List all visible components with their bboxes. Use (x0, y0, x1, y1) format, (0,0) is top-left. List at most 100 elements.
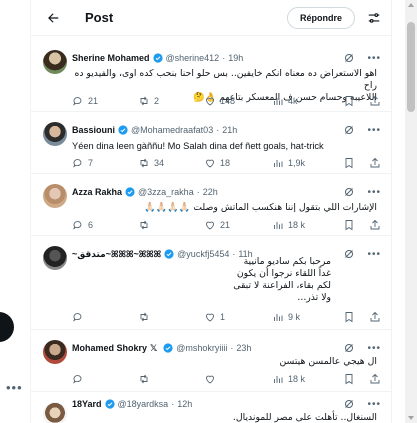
heart-icon (206, 159, 214, 168)
grok-icon[interactable] (343, 124, 355, 136)
views-action[interactable]: 4k (272, 95, 338, 107)
share-icon[interactable] (369, 219, 381, 231)
share-icon[interactable] (369, 95, 381, 107)
views-action[interactable]: 18 k (272, 219, 338, 231)
timestamp[interactable]: 12h (177, 399, 192, 409)
reply-action[interactable] (72, 373, 138, 385)
bookmark-icon[interactable] (343, 219, 355, 231)
avatar[interactable] (43, 50, 67, 74)
author-name[interactable]: 18Yard (72, 399, 102, 409)
x-badge-icon: 𝕏 (150, 342, 158, 353)
avatar[interactable] (43, 340, 67, 364)
verified-badge-icon (104, 399, 115, 409)
author-name[interactable]: Sherine Mohamed (72, 53, 150, 63)
avatar[interactable] (43, 122, 67, 146)
repost-action[interactable] (138, 373, 204, 385)
scrollbar-thumb[interactable] (407, 22, 415, 112)
more-options-icon[interactable]: ••• (367, 125, 381, 136)
grok-icon[interactable] (343, 342, 355, 354)
repost-action[interactable]: 34 (138, 157, 204, 169)
reply-tweet[interactable]: 18Yard @18yardksa · 12h ••• السنغال.. تأ… (31, 392, 391, 423)
author-handle[interactable]: @Mohamedraafat03 (131, 125, 213, 135)
bookmark-icon[interactable] (343, 95, 355, 107)
author-handle[interactable]: @18yardksa (118, 399, 169, 409)
views-icon (274, 160, 283, 167)
reply-action[interactable] (72, 311, 138, 323)
tweet-text-line: لكم بقاء، الفراعنة لا تبقى (233, 280, 331, 291)
like-count: 21 (220, 220, 231, 230)
bookmark-icon[interactable] (343, 373, 355, 385)
author-name[interactable]: Mohamed Shokry (72, 343, 147, 353)
share-icon[interactable] (369, 311, 381, 323)
author-handle[interactable]: @3zza_rakha (138, 187, 194, 197)
scroll-down-arrow-icon[interactable] (408, 416, 414, 420)
more-options-icon[interactable]: ••• (367, 53, 381, 64)
bookmark-icon[interactable] (343, 157, 355, 169)
avatar[interactable] (43, 402, 67, 423)
avatar[interactable] (43, 184, 67, 208)
like-action[interactable]: 1 (204, 311, 272, 323)
reply-count: 6 (88, 220, 94, 230)
share-icon[interactable] (369, 157, 381, 169)
tweet-actions: 18 k (72, 372, 381, 386)
repost-action[interactable] (138, 219, 204, 231)
tweet-actions: 21 2 148 4k (72, 94, 381, 108)
sort-settings-icon[interactable] (365, 9, 383, 27)
grok-icon[interactable] (343, 248, 355, 260)
views-action[interactable]: 9 k (272, 311, 338, 323)
author-handle[interactable]: @mshokryiiii (176, 343, 227, 353)
more-menu-icon[interactable]: ••• (6, 380, 23, 395)
grok-icon[interactable] (343, 398, 355, 410)
like-action[interactable]: 18 (204, 157, 272, 169)
share-icon[interactable] (369, 373, 381, 385)
bookmark-icon[interactable] (343, 311, 355, 323)
like-count: 1 (220, 312, 226, 322)
like-action[interactable]: 148 (204, 95, 272, 107)
tweet-actions: 7 34 18 1,9k (72, 156, 381, 170)
more-options-icon[interactable]: ••• (367, 187, 381, 198)
reply-tweet[interactable]: Mohamed Shokry 𝕏 @mshokryiiii · 23h ••• … (31, 330, 391, 392)
scroll-up-arrow-icon[interactable] (408, 3, 414, 7)
scrollbar[interactable] (405, 0, 417, 423)
view-count: 9 k (288, 312, 301, 322)
grok-icon[interactable] (343, 186, 355, 198)
reply-action[interactable]: 7 (72, 157, 138, 169)
grok-icon[interactable] (343, 52, 355, 64)
reply-tweet[interactable]: ~متدقق~ꕤꕤꕤ~ꕤꕤꕤ @yuckfj5454 · 11h ••• مرح… (31, 236, 391, 330)
reply-action[interactable]: 6 (72, 219, 138, 231)
views-icon (274, 98, 283, 105)
author-name[interactable]: Bassiouni (72, 125, 115, 135)
views-action[interactable]: 1,9k (272, 157, 338, 169)
timestamp[interactable]: 21h (222, 125, 237, 135)
like-action[interactable] (204, 373, 272, 385)
more-options-icon[interactable]: ••• (367, 343, 381, 354)
reply-button[interactable]: Répondre (286, 6, 355, 29)
views-action[interactable]: 18 k (272, 373, 338, 385)
tweet-text-line: السنغال.. تأهلت على مصر للمونديال. (232, 412, 377, 423)
avatar[interactable] (43, 246, 67, 270)
author-handle[interactable]: @sherine412 (166, 53, 220, 63)
author-name[interactable]: Azza Rakha (72, 187, 122, 197)
heart-icon (206, 97, 214, 106)
reply-tweet[interactable]: Azza Rakha @3zza_rakha · 22h ••• الإشارا… (31, 174, 391, 236)
more-options-icon[interactable]: ••• (367, 399, 381, 410)
back-arrow-icon[interactable] (41, 6, 65, 30)
timestamp[interactable]: 19h (228, 53, 243, 63)
repost-action[interactable]: 2 (138, 95, 204, 107)
timestamp[interactable]: 23h (236, 343, 251, 353)
view-count: 18 k (288, 220, 306, 230)
like-count: 148 (220, 96, 236, 106)
reply-action[interactable]: 21 (72, 95, 138, 107)
reply-tweet[interactable]: Sherine Mohamed @sherine412 · 19h ••• اه… (31, 40, 391, 112)
like-action[interactable]: 21 (204, 219, 272, 231)
comment-icon (73, 313, 82, 322)
separator-dot: · (230, 343, 234, 353)
repost-icon (140, 312, 148, 322)
more-options-icon[interactable]: ••• (367, 249, 381, 260)
reply-tweet[interactable]: Bassiouni @Mohamedraafat03 · 21h ••• Yée… (31, 112, 391, 174)
repost-action[interactable] (138, 311, 204, 323)
repost-icon (140, 220, 148, 230)
separator-dot: · (171, 399, 175, 409)
timestamp[interactable]: 22h (203, 187, 218, 197)
comment-icon (73, 221, 82, 230)
